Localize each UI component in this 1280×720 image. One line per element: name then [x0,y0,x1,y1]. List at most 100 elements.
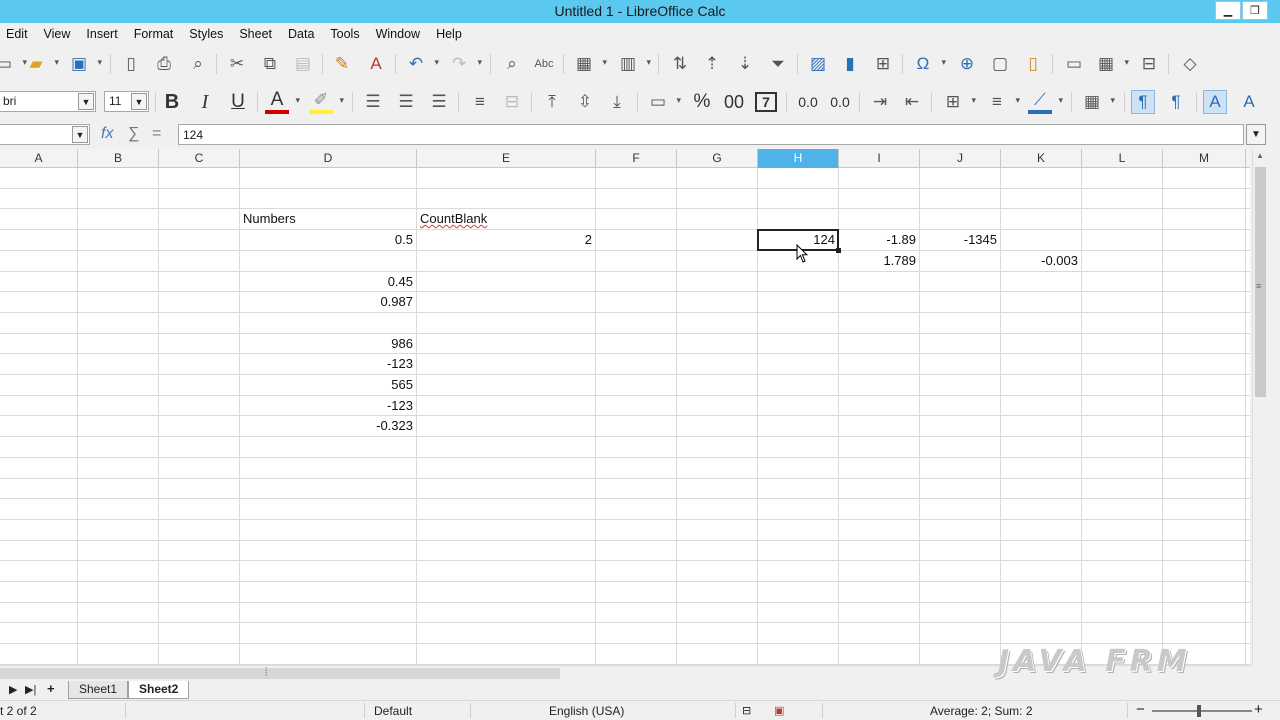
hyperlink-button[interactable]: ⊕ [955,52,979,76]
next-sheet-icon[interactable]: ▶ [9,683,17,696]
increase-indent-button[interactable]: ⇥ [868,90,892,114]
zoom-out-icon[interactable]: − [1136,701,1145,718]
merge-center-button[interactable]: ⊟ [500,90,524,114]
equals-icon[interactable]: = [152,125,161,143]
clone-formatting-button[interactable]: ✎ [330,52,354,76]
autofilter-button[interactable]: ⏷ [766,52,790,76]
sort-button[interactable]: ⇅ [668,52,692,76]
bold-button[interactable]: B [160,90,184,114]
cut-button[interactable]: ✂ [225,52,249,76]
spreadsheet-grid[interactable]: Numbers CountBlank 0.5 2 124 -1.89 -1345 1.789-… [0,168,1250,665]
export-pdf-button[interactable]: ▯ [119,52,143,76]
column-header-f[interactable]: F [596,149,677,168]
chevron-down-icon[interactable]: ▼ [78,93,94,110]
cell-i4[interactable]: -1.89 [839,230,919,250]
special-character-button[interactable]: Ω [911,52,946,76]
clear-formatting-button[interactable]: A [364,52,388,76]
cell-d9[interactable]: 986 [240,334,416,354]
cell-d12[interactable]: -123 [240,396,416,416]
menu-data[interactable]: Data [288,27,314,41]
cell-i5[interactable]: 1.789 [839,251,919,271]
center-vertically-button[interactable]: ⇳ [573,90,597,114]
delete-decimal-button[interactable]: 0.0 [828,90,852,114]
left-to-right-button[interactable]: ¶ [1131,90,1155,114]
define-print-area-button[interactable]: ▭ [1062,52,1086,76]
last-sheet-icon[interactable]: ▶| [25,683,36,696]
insert-image-button[interactable]: ▨ [806,52,830,76]
sort-ascending-button[interactable]: ⇡ [700,52,724,76]
cell-d11[interactable]: 565 [240,375,416,395]
column-header-a[interactable]: A [0,149,78,168]
underline-button[interactable]: U [226,90,250,114]
conditional-format-button[interactable]: ▦ [1080,90,1115,114]
column-header-k[interactable]: K [1001,149,1082,168]
date-format-button[interactable]: 7 [755,92,777,112]
wrap-text-button[interactable]: ≡ [468,90,492,114]
border-color-button[interactable]: ⟋ [1028,90,1063,114]
border-style-button[interactable]: ≡ [985,90,1020,114]
zoom-in-icon[interactable]: + [1254,701,1263,718]
menu-format[interactable]: Format [134,27,174,41]
cell-d3[interactable]: Numbers [240,209,416,229]
insert-chart-button[interactable]: ▮ [838,52,862,76]
percent-format-button[interactable]: % [690,90,714,114]
right-to-left-button[interactable]: ¶ [1164,90,1188,114]
restore-button[interactable]: ❐ [1242,1,1268,20]
column-header-j[interactable]: J [920,149,1001,168]
save-button[interactable]: ▣ [67,52,102,76]
number-format-button[interactable]: 00 [722,90,746,114]
currency-format-button[interactable]: ▭ [646,90,681,114]
cell-j4[interactable]: -1345 [920,230,1000,250]
copy-button[interactable]: ⧉ [258,52,282,76]
row-button[interactable]: ▦ [572,52,607,76]
open-button[interactable]: ▰ [24,52,59,76]
column-header-g[interactable]: G [677,149,758,168]
sum-icon[interactable]: ∑ [128,125,139,143]
spelling-button[interactable]: Abc [532,52,556,76]
font-size-box[interactable]: 11 ▼ [104,91,149,112]
decrease-indent-button[interactable]: ⇤ [900,90,924,114]
name-box[interactable]: ▼ [0,124,90,145]
menu-styles[interactable]: Styles [189,27,223,41]
align-bottom-button[interactable]: ⤓ [605,90,629,114]
column-header-e[interactable]: E [417,149,596,168]
horizontal-scroll-thumb[interactable] [0,668,560,679]
menu-window[interactable]: Window [376,27,420,41]
align-top-button[interactable]: ⤒ [540,90,564,114]
column-header-h[interactable]: H [758,149,839,168]
show-draw-functions-button[interactable]: ◇ [1178,52,1202,76]
sheet-tab-sheet2[interactable]: Sheet2 [128,681,190,699]
undo-button[interactable]: ↶ [404,52,439,76]
column-button[interactable]: ▥ [616,52,651,76]
chevron-down-icon[interactable]: ▼ [131,93,147,110]
text-direction-tb-button[interactable]: A [1237,90,1261,114]
cell-d4[interactable]: 0.5 [240,230,416,250]
formula-input[interactable]: 124 [178,124,1244,145]
text-direction-lr-button[interactable]: A [1203,90,1227,114]
selection-mode-icon[interactable]: ⊟ [742,704,751,717]
sheet-tab-sheet1[interactable]: Sheet1 [68,681,129,699]
cell-e4[interactable]: 2 [417,230,595,250]
split-window-button[interactable]: ⊟ [1137,52,1161,76]
redo-button[interactable]: ↷ [447,52,482,76]
zoom-slider[interactable] [1152,710,1252,712]
find-replace-button[interactable]: ⌕ [500,52,524,76]
column-header-i[interactable]: I [839,149,920,168]
align-right-button[interactable]: ☰ [427,90,451,114]
comment-button[interactable]: ▢ [988,52,1012,76]
function-wizard-icon[interactable]: fx [101,125,113,143]
expand-formula-button[interactable]: ▼ [1246,124,1266,145]
cell-d6[interactable]: 0.45 [240,272,416,292]
column-header-l[interactable]: L [1082,149,1163,168]
cell-e3[interactable]: CountBlank [417,209,595,229]
paste-button[interactable]: ▤ [291,52,315,76]
font-color-button[interactable]: A [265,89,300,114]
font-name-box[interactable]: bri ▼ [0,91,96,112]
new-document-button[interactable]: ▭ [0,52,27,76]
chevron-down-icon[interactable]: ▼ [72,126,88,143]
cell-d13[interactable]: -0.323 [240,416,416,436]
cell-d10[interactable]: -123 [240,354,416,374]
headers-footers-button[interactable]: ▯ [1021,52,1045,76]
italic-button[interactable]: I [193,90,217,114]
zoom-slider-handle[interactable] [1197,705,1201,717]
